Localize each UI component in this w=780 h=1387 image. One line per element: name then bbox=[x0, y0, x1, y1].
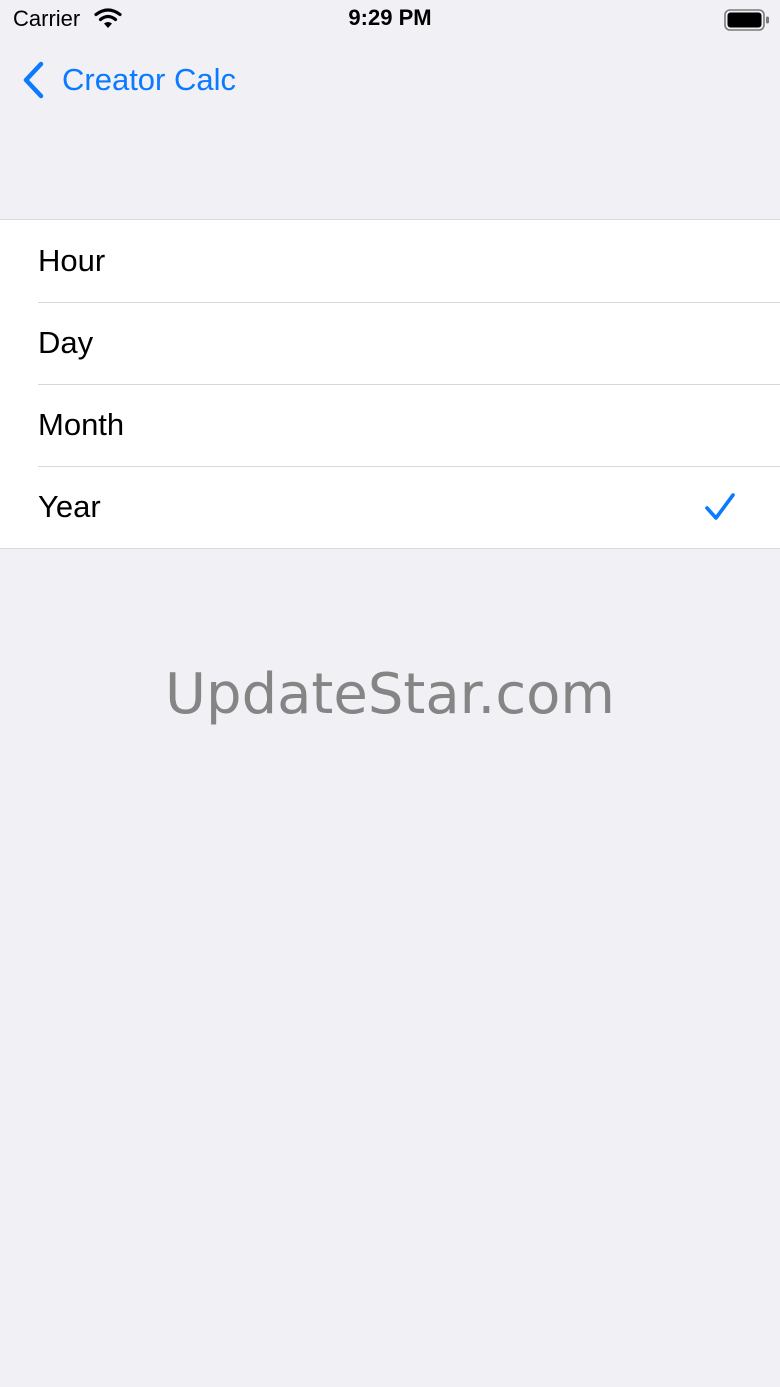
option-month[interactable]: Month bbox=[0, 384, 780, 466]
time-unit-list: Hour Day Month Year bbox=[0, 219, 780, 549]
option-label: Month bbox=[38, 407, 125, 442]
option-year[interactable]: Year bbox=[0, 466, 780, 548]
navigation-bar: Creator Calc bbox=[0, 40, 780, 120]
watermark-text: UpdateStar.com bbox=[165, 662, 615, 727]
status-time: 9:29 PM bbox=[348, 5, 432, 30]
option-label: Day bbox=[38, 325, 94, 360]
battery-icon bbox=[724, 9, 769, 31]
option-hour[interactable]: Hour bbox=[0, 220, 780, 302]
checkmark-icon bbox=[705, 493, 735, 520]
status-bar: Carrier 9:29 PM bbox=[0, 0, 780, 40]
option-day[interactable]: Day bbox=[0, 302, 780, 384]
chevron-left-icon bbox=[23, 61, 44, 99]
option-label: Hour bbox=[38, 243, 106, 278]
back-button-label: Creator Calc bbox=[62, 62, 236, 97]
option-label: Year bbox=[38, 489, 101, 524]
back-button[interactable]: Creator Calc bbox=[20, 58, 236, 102]
